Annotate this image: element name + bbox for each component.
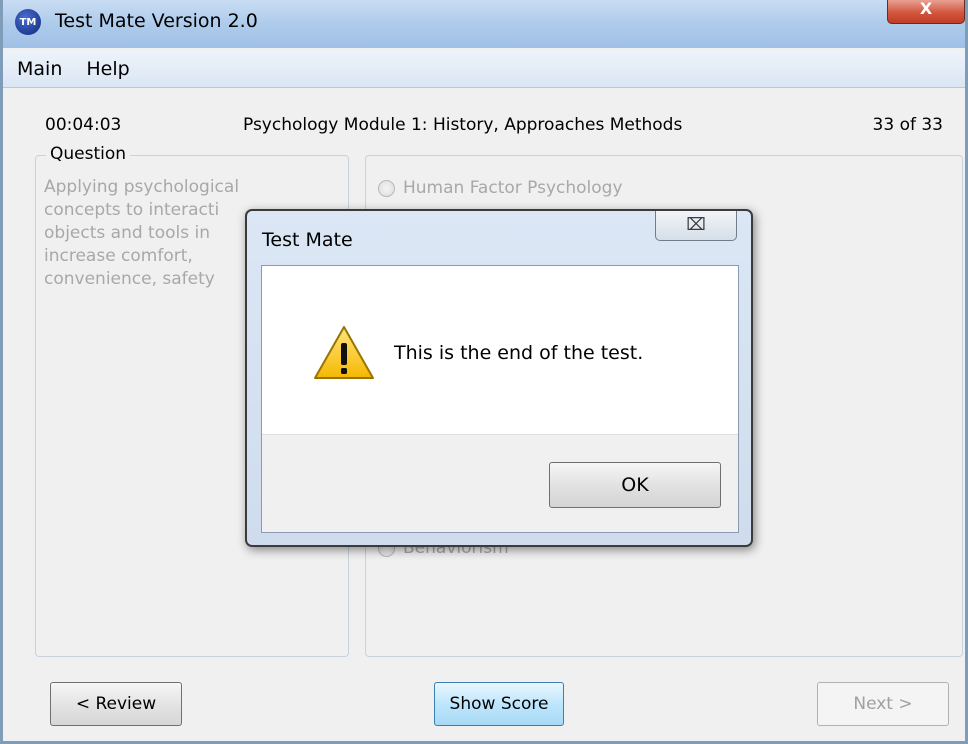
message-dialog: Test Mate ⌧ This is the end of the test.… bbox=[245, 209, 753, 547]
app-logo-icon: TM bbox=[15, 9, 41, 35]
question-line: Applying psychological bbox=[44, 177, 240, 197]
next-button[interactable]: Next > bbox=[817, 682, 949, 726]
main-window: TM Test Mate Version 2.0 X Main Help 00:… bbox=[0, 0, 968, 744]
warning-icon bbox=[314, 326, 374, 379]
dialog-message: This is the end of the test. bbox=[394, 342, 644, 364]
window-title: Test Mate Version 2.0 bbox=[55, 10, 258, 32]
menu-help[interactable]: Help bbox=[86, 58, 129, 80]
radio-icon[interactable] bbox=[378, 179, 395, 197]
answer-label: Human Factor Psychology bbox=[403, 178, 623, 198]
dialog-title: Test Mate bbox=[262, 229, 353, 251]
review-button[interactable]: < Review bbox=[50, 682, 182, 726]
question-legend: Question bbox=[46, 144, 131, 164]
window-close-button[interactable]: X bbox=[887, 0, 965, 24]
dialog-content: This is the end of the test. OK bbox=[261, 265, 739, 533]
ok-button[interactable]: OK bbox=[549, 462, 721, 508]
menu-main[interactable]: Main bbox=[17, 58, 62, 80]
show-score-button[interactable]: Show Score bbox=[434, 682, 564, 726]
module-title: Psychology Module 1: History, Approaches… bbox=[243, 115, 683, 135]
title-bar[interactable]: TM Test Mate Version 2.0 X bbox=[3, 0, 965, 48]
dialog-close-button[interactable]: ⌧ bbox=[655, 211, 737, 241]
timer: 00:04:03 bbox=[45, 115, 122, 135]
question-progress: 33 of 33 bbox=[872, 115, 943, 135]
answer-option[interactable]: Human Factor Psychology bbox=[378, 178, 623, 198]
menu-bar: Main Help bbox=[3, 50, 965, 88]
